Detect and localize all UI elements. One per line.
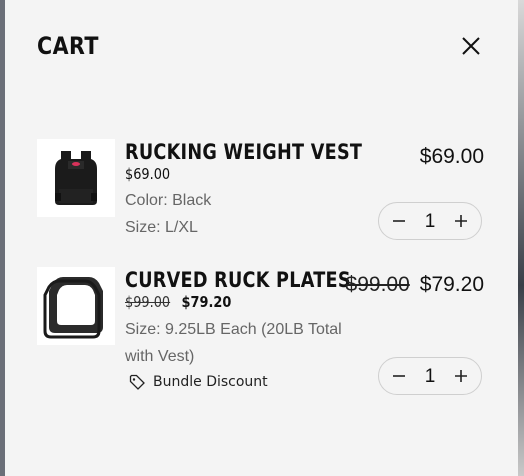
line-total-sale: $79.20 [419, 273, 484, 296]
plates-image [43, 277, 103, 339]
quantity-value[interactable]: 1 [415, 366, 445, 388]
item-sale-price: $79.20 [181, 293, 232, 311]
item-name[interactable]: RUCKING WEIGHT VEST [125, 140, 362, 164]
item-price: $69.00 [125, 165, 171, 183]
discount-label: Bundle Discount [153, 374, 268, 390]
item-size-line-1: Size: 9.25LB Each (20LB Total [125, 321, 342, 338]
item-color: Color: Black [125, 192, 212, 209]
page-backdrop [518, 0, 524, 476]
cart-drawer: CART RUCKING WEIGHT VEST $69.00 Color: B… [5, 0, 518, 476]
minus-icon [393, 220, 405, 222]
decrease-quantity-button[interactable] [381, 358, 417, 394]
item-size-line-2: with Vest) [125, 348, 195, 365]
tag-icon [129, 374, 145, 390]
increase-quantity-button[interactable] [443, 203, 479, 239]
decrease-quantity-button[interactable] [381, 203, 417, 239]
close-button[interactable] [458, 33, 484, 59]
plates-product-image[interactable] [37, 267, 115, 345]
item-price: $99.00 $79.20 [125, 293, 231, 311]
quantity-stepper: 1 [378, 202, 482, 240]
item-name[interactable]: CURVED RUCK PLATES [125, 268, 351, 292]
bundle-discount-tag: Bundle Discount [129, 374, 268, 390]
minus-icon [393, 375, 405, 377]
quantity-value[interactable]: 1 [415, 211, 445, 233]
plus-icon [455, 215, 467, 227]
vest-product-image[interactable] [37, 139, 115, 217]
vest-image [55, 151, 97, 205]
line-total: $69.00 [419, 145, 484, 168]
cart-title: CART [37, 32, 99, 60]
line-total: $99.00 $79.20 [346, 273, 484, 297]
close-icon [462, 37, 480, 55]
line-total-original: $99.00 [345, 273, 410, 296]
plus-icon [455, 370, 467, 382]
item-size: Size: L/XL [125, 219, 198, 236]
increase-quantity-button[interactable] [443, 358, 479, 394]
quantity-stepper: 1 [378, 357, 482, 395]
item-original-price: $99.00 [125, 293, 171, 311]
